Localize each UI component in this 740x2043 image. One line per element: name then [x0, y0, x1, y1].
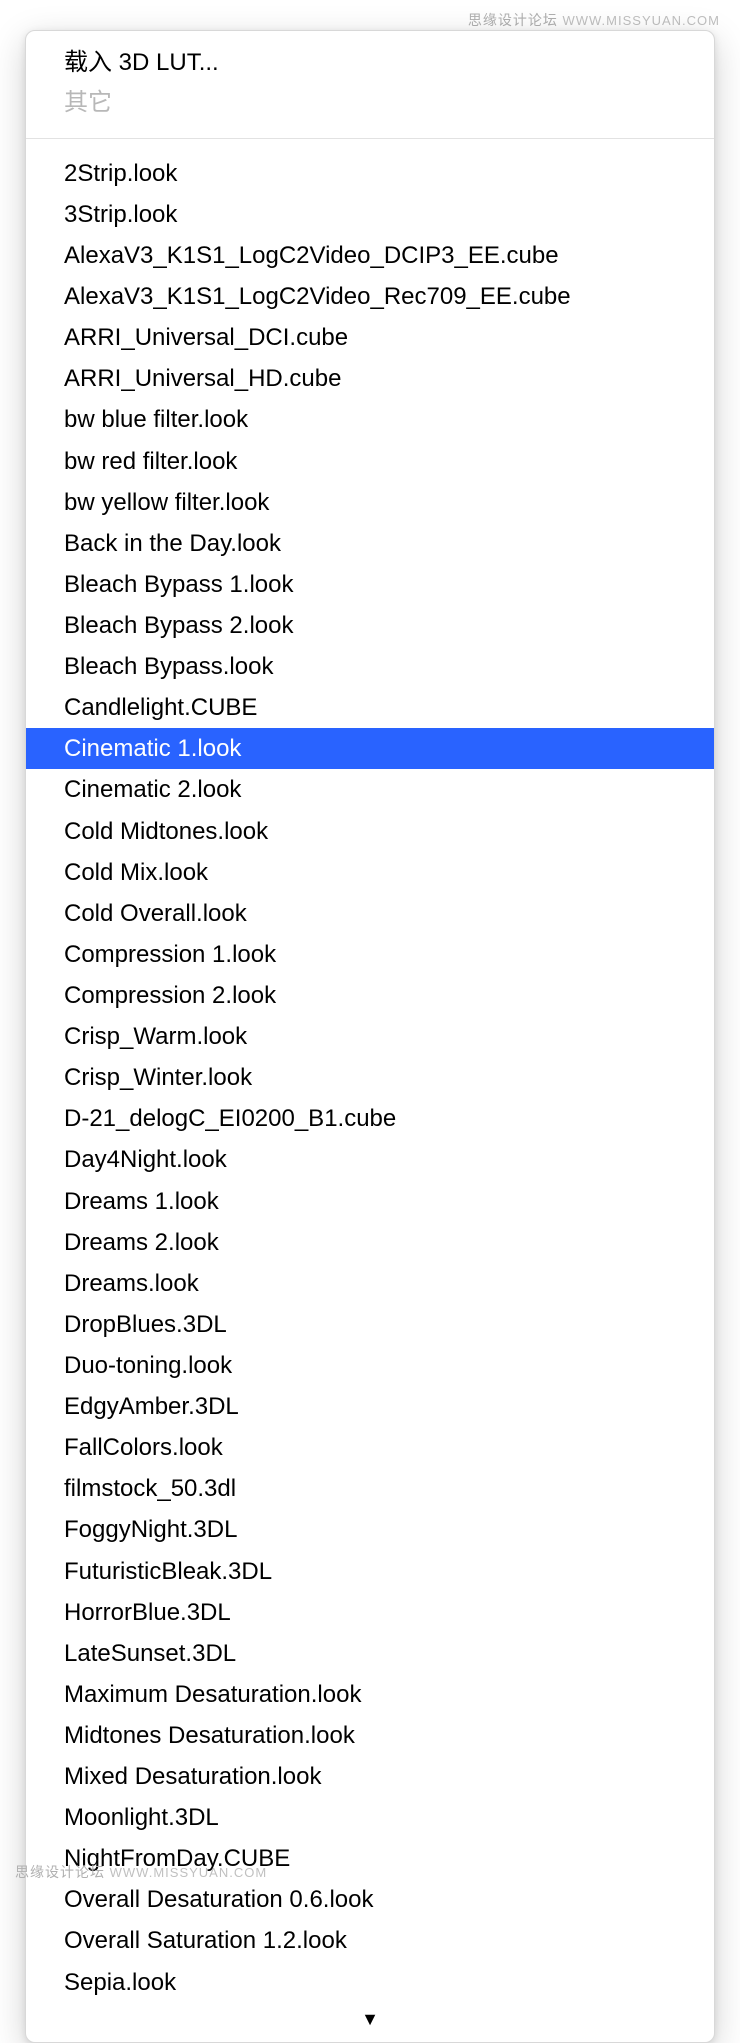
lut-list-item[interactable]: bw yellow filter.look — [26, 482, 714, 523]
lut-list-item[interactable]: bw red filter.look — [26, 441, 714, 482]
lut-list-item[interactable]: FallColors.look — [26, 1427, 714, 1468]
watermark-bottom: 思缘设计论坛 WWW.MISSYUAN.COM — [15, 1862, 267, 1882]
lut-list-item[interactable]: 2Strip.look — [26, 153, 714, 194]
lut-list-item[interactable]: Cold Mix.look — [26, 852, 714, 893]
lut-list-item[interactable]: Mixed Desaturation.look — [26, 1756, 714, 1797]
lut-list-item[interactable]: Moonlight.3DL — [26, 1797, 714, 1838]
dropdown-separator — [26, 138, 714, 139]
lut-list-item[interactable]: Dreams 1.look — [26, 1181, 714, 1222]
watermark-bottom-url: WWW.MISSYUAN.COM — [110, 1865, 268, 1880]
lut-list-item[interactable]: D-21_delogC_EI0200_B1.cube — [26, 1098, 714, 1139]
lut-list-item[interactable]: Dreams.look — [26, 1263, 714, 1304]
lut-list-item[interactable]: Overall Saturation 1.2.look — [26, 1920, 714, 1961]
watermark-top-chinese: 思缘设计论坛 — [468, 12, 558, 28]
scroll-down-indicator[interactable]: ▼ — [26, 2003, 714, 2032]
lut-list-item[interactable]: Maximum Desaturation.look — [26, 1674, 714, 1715]
lut-list-item[interactable]: ARRI_Universal_DCI.cube — [26, 317, 714, 358]
lut-list-item[interactable]: HorrorBlue.3DL — [26, 1592, 714, 1633]
lut-list-section: 2Strip.look3Strip.lookAlexaV3_K1S1_LogC2… — [26, 153, 714, 2003]
lut-list-item[interactable]: Sepia.look — [26, 1962, 714, 2003]
lut-list-item[interactable]: Crisp_Warm.look — [26, 1016, 714, 1057]
lut-list-item[interactable]: Cinematic 2.look — [26, 769, 714, 810]
lut-list-item[interactable]: Bleach Bypass 1.look — [26, 564, 714, 605]
watermark-bottom-chinese: 思缘设计论坛 — [15, 1864, 105, 1880]
lut-list-item[interactable]: Overall Desaturation 0.6.look — [26, 1879, 714, 1920]
lut-list-item[interactable]: ARRI_Universal_HD.cube — [26, 358, 714, 399]
lut-list-item[interactable]: 3Strip.look — [26, 194, 714, 235]
lut-list-item[interactable]: LateSunset.3DL — [26, 1633, 714, 1674]
watermark-top: 思缘设计论坛 WWW.MISSYUAN.COM — [468, 10, 720, 30]
lut-list-item[interactable]: Crisp_Winter.look — [26, 1057, 714, 1098]
lut-list-item[interactable]: Compression 1.look — [26, 934, 714, 975]
lut-dropdown-panel: 载入 3D LUT... 其它 2Strip.look3Strip.lookAl… — [25, 30, 715, 2043]
lut-list-item[interactable]: Day4Night.look — [26, 1139, 714, 1180]
lut-list-item[interactable]: Duo-toning.look — [26, 1345, 714, 1386]
other-item: 其它 — [26, 83, 714, 123]
lut-list-item[interactable]: AlexaV3_K1S1_LogC2Video_DCIP3_EE.cube — [26, 235, 714, 276]
lut-list-item[interactable]: Midtones Desaturation.look — [26, 1715, 714, 1756]
lut-list-item[interactable]: DropBlues.3DL — [26, 1304, 714, 1345]
lut-list-item[interactable]: bw blue filter.look — [26, 399, 714, 440]
watermark-top-url: WWW.MISSYUAN.COM — [562, 13, 720, 28]
lut-list-item[interactable]: Cold Overall.look — [26, 893, 714, 934]
lut-list-item[interactable]: EdgyAmber.3DL — [26, 1386, 714, 1427]
lut-list-item[interactable]: Cinematic 1.look — [26, 728, 714, 769]
lut-list-item[interactable]: filmstock_50.3dl — [26, 1468, 714, 1509]
dropdown-header-section: 载入 3D LUT... 其它 — [26, 43, 714, 138]
lut-list-item[interactable]: AlexaV3_K1S1_LogC2Video_Rec709_EE.cube — [26, 276, 714, 317]
lut-list-item[interactable]: Cold Midtones.look — [26, 811, 714, 852]
lut-list-item[interactable]: Candlelight.CUBE — [26, 687, 714, 728]
lut-list-item[interactable]: Bleach Bypass 2.look — [26, 605, 714, 646]
lut-list-item[interactable]: Dreams 2.look — [26, 1222, 714, 1263]
lut-list-item[interactable]: Bleach Bypass.look — [26, 646, 714, 687]
lut-list-item[interactable]: Compression 2.look — [26, 975, 714, 1016]
load-3d-lut-item[interactable]: 载入 3D LUT... — [26, 43, 714, 83]
lut-list-item[interactable]: FoggyNight.3DL — [26, 1509, 714, 1550]
lut-list-item[interactable]: Back in the Day.look — [26, 523, 714, 564]
lut-list-item[interactable]: FuturisticBleak.3DL — [26, 1551, 714, 1592]
